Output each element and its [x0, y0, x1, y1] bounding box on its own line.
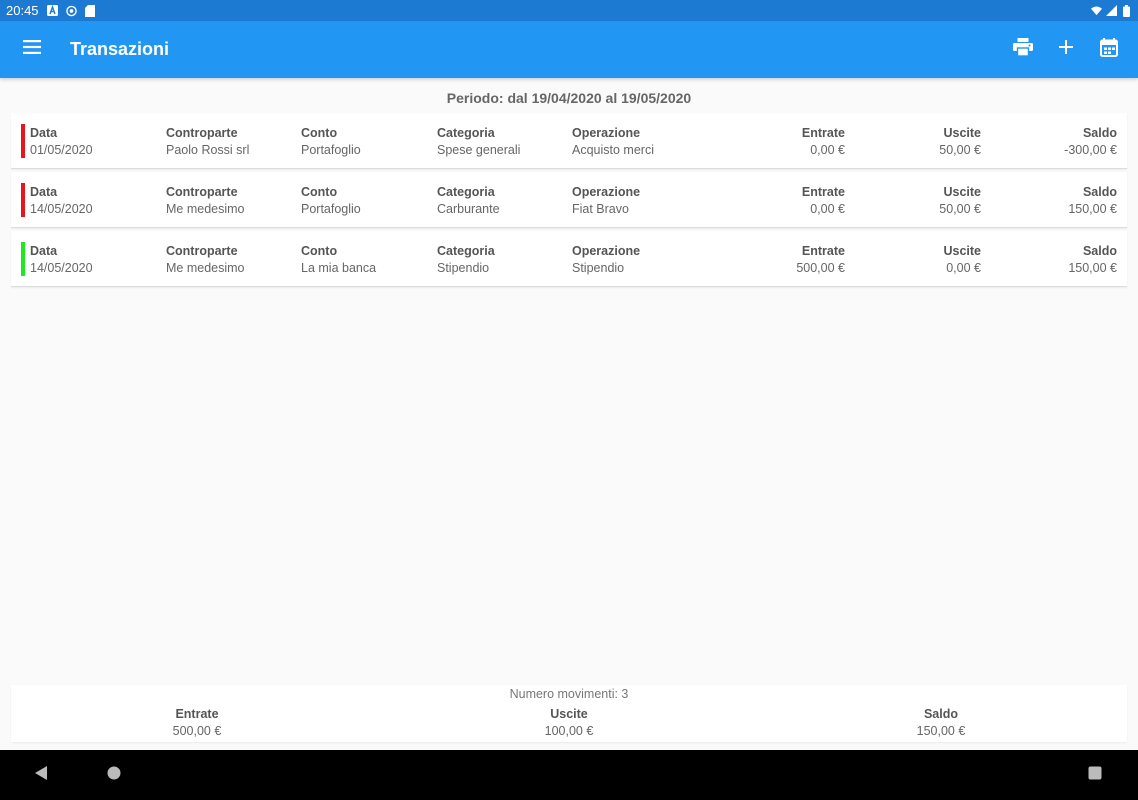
controparte-label: Controparte	[166, 185, 238, 199]
summary-saldo: Saldo 150,00 €	[841, 706, 1041, 740]
entrate-value: 0,00 €	[810, 202, 845, 216]
data-label: Data	[30, 185, 58, 199]
conto-value: Portafoglio	[301, 143, 361, 157]
transaction-row[interactable]: Data 01/05/2020 Controparte Paolo Rossi sr…	[11, 113, 1127, 169]
conto-value: Portafoglio	[301, 202, 361, 216]
transaction-type-indicator	[21, 124, 25, 158]
print-icon	[1012, 38, 1033, 61]
calendar-button[interactable]	[1087, 26, 1130, 74]
summary-entrate-label: Entrate	[175, 707, 219, 721]
sync-circle-icon	[65, 5, 77, 16]
data-value: 01/05/2020	[30, 143, 93, 157]
operazione-label: Operazione	[572, 185, 641, 199]
summary-saldo-label: Saldo	[923, 707, 959, 721]
uscite-value: 50,00 €	[939, 202, 981, 216]
navigation-bar	[0, 750, 1138, 800]
uscite-label: Uscite	[943, 126, 981, 140]
summary-saldo-value: 150,00 €	[916, 724, 966, 738]
summary-entrate-value: 500,00 €	[172, 724, 222, 738]
calendar-icon	[1099, 37, 1118, 62]
print-button[interactable]	[1001, 26, 1044, 74]
operazione-value: Acquisto merci	[572, 143, 654, 157]
entrate-label: Entrate	[801, 126, 845, 140]
signal-icon	[1106, 5, 1117, 16]
wifi-icon	[1091, 5, 1102, 16]
home-icon	[107, 766, 121, 785]
transaction-row[interactable]: Data 14/05/2020 Controparte Me medesimo Co…	[11, 231, 1127, 287]
conto-value: La mia banca	[301, 261, 377, 275]
operazione-label: Operazione	[572, 126, 641, 140]
data-label: Data	[30, 126, 58, 140]
recents-icon	[1088, 766, 1102, 785]
controparte-label: Controparte	[166, 126, 238, 140]
battery-icon	[1121, 4, 1132, 17]
saldo-value: 150,00 €	[1068, 261, 1117, 275]
menu-icon	[23, 40, 41, 59]
summary-panel: Numero movimenti: 3 Entrate 500,00 € Usc…	[11, 685, 1127, 742]
notification-a-icon	[46, 5, 58, 16]
add-icon	[1058, 40, 1073, 59]
conto-label: Conto	[301, 244, 338, 258]
controparte-value: Paolo Rossi srl	[166, 143, 250, 157]
transaction-type-indicator	[21, 242, 25, 276]
uscite-value: 50,00 €	[939, 143, 981, 157]
recents-button[interactable]	[1082, 762, 1108, 788]
app-bar: Transazioni	[0, 21, 1138, 78]
saldo-label: Saldo	[1082, 185, 1117, 199]
summary-entrate: Entrate 500,00 €	[97, 706, 297, 740]
operazione-value: Fiat Bravo	[572, 202, 629, 216]
summary-uscite-value: 100,00 €	[544, 724, 594, 738]
entrate-value: 500,00 €	[796, 261, 845, 275]
categoria-value: Carburante	[437, 202, 500, 216]
operazione-label: Operazione	[572, 244, 641, 258]
data-value: 14/05/2020	[30, 202, 93, 216]
controparte-value: Me medesimo	[166, 261, 245, 275]
transaction-list: Data 01/05/2020 Controparte Paolo Rossi sr…	[11, 113, 1127, 290]
movement-count: Numero movimenti: 3	[509, 687, 629, 701]
controparte-value: Me medesimo	[166, 202, 245, 216]
status-time: 20:45	[6, 3, 39, 18]
saldo-value: -300,00 €	[1064, 143, 1117, 157]
saldo-label: Saldo	[1082, 126, 1117, 140]
categoria-value: Stipendio	[437, 261, 490, 275]
transaction-type-indicator	[21, 183, 25, 217]
home-button[interactable]	[101, 762, 127, 788]
uscite-value: 0,00 €	[946, 261, 981, 275]
conto-label: Conto	[301, 126, 338, 140]
uscite-label: Uscite	[943, 185, 981, 199]
categoria-label: Categoria	[437, 244, 495, 258]
operazione-value: Stipendio	[572, 261, 625, 275]
summary-uscite-label: Uscite	[550, 707, 588, 721]
summary-uscite: Uscite 100,00 €	[469, 706, 669, 740]
categoria-label: Categoria	[437, 185, 495, 199]
add-button[interactable]	[1044, 26, 1087, 74]
saldo-label: Saldo	[1082, 244, 1117, 258]
transaction-row[interactable]: Data 14/05/2020 Controparte Me medesimo Co…	[11, 172, 1127, 228]
uscite-label: Uscite	[943, 244, 981, 258]
saldo-value: 150,00 €	[1068, 202, 1117, 216]
status-bar: 20:45	[0, 0, 1138, 21]
period-label: Periodo: dal 19/04/2020 al 19/05/2020	[446, 90, 692, 106]
page-title: Transazioni	[70, 39, 170, 59]
categoria-value: Spese generali	[437, 143, 521, 157]
categoria-label: Categoria	[437, 126, 495, 140]
back-icon	[34, 765, 48, 785]
entrate-value: 0,00 €	[810, 143, 845, 157]
entrate-label: Entrate	[801, 185, 845, 199]
data-label: Data	[30, 244, 58, 258]
conto-label: Conto	[301, 185, 338, 199]
sd-card-icon	[85, 4, 96, 17]
data-value: 14/05/2020	[30, 261, 93, 275]
entrate-label: Entrate	[801, 244, 845, 258]
back-button[interactable]	[28, 762, 54, 788]
menu-button[interactable]	[0, 21, 64, 78]
controparte-label: Controparte	[166, 244, 238, 258]
